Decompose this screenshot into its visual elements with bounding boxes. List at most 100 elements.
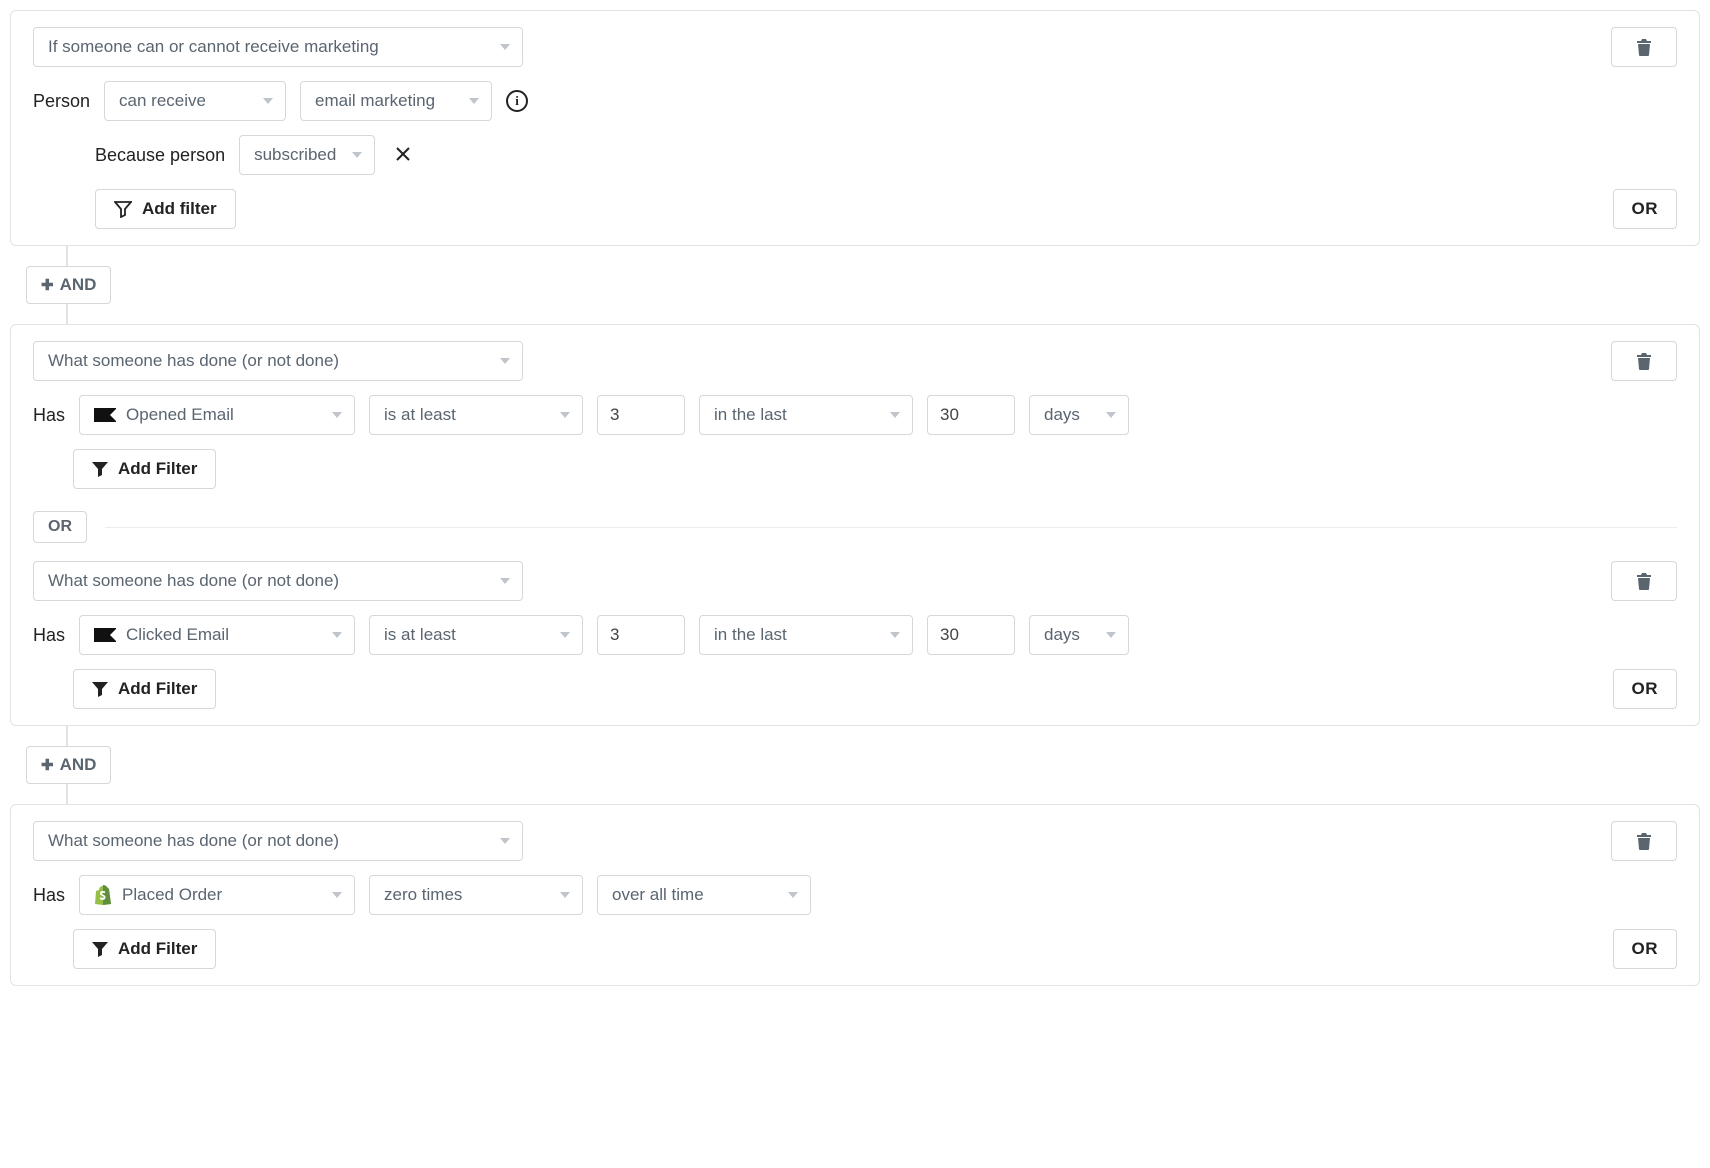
plus-icon: ✚	[41, 276, 54, 294]
filter-icon	[92, 461, 108, 477]
chevron-down-icon	[469, 98, 479, 104]
add-and-button[interactable]: ✚ AND	[26, 746, 111, 784]
chevron-down-icon	[500, 838, 510, 844]
range-unit-value: days	[1044, 625, 1080, 645]
range-select[interactable]: in the last	[699, 615, 913, 655]
and-connector: ✚ AND	[52, 246, 1700, 324]
chevron-down-icon	[332, 632, 342, 638]
can-receive-select[interactable]: can receive	[104, 81, 286, 121]
filter-icon	[92, 681, 108, 697]
count-field[interactable]	[610, 405, 666, 425]
comparator-value: is at least	[384, 405, 456, 425]
or-label: OR	[1632, 679, 1659, 699]
channel-select[interactable]: email marketing	[300, 81, 492, 121]
add-and-button[interactable]: ✚ AND	[26, 266, 111, 304]
has-label: Has	[33, 405, 65, 426]
event-select[interactable]: Opened Email	[79, 395, 355, 435]
range-value-field[interactable]	[940, 625, 996, 645]
trash-icon	[1636, 352, 1652, 370]
or-divider: OR	[33, 511, 1677, 543]
range-unit-value: days	[1044, 405, 1080, 425]
count-input[interactable]	[597, 395, 685, 435]
range-unit-select[interactable]: days	[1029, 615, 1129, 655]
delete-button[interactable]	[1611, 821, 1677, 861]
info-icon: i	[506, 90, 528, 112]
add-filter-label: Add Filter	[118, 679, 197, 699]
chevron-down-icon	[332, 412, 342, 418]
divider-line	[105, 527, 1677, 528]
close-icon	[395, 146, 411, 162]
range-select[interactable]: in the last	[699, 395, 913, 435]
range-value-field[interactable]	[940, 405, 996, 425]
count-input[interactable]	[597, 615, 685, 655]
reason-select[interactable]: subscribed	[239, 135, 375, 175]
add-filter-button[interactable]: Add Filter	[73, 669, 216, 709]
delete-button[interactable]	[1611, 341, 1677, 381]
chevron-down-icon	[560, 412, 570, 418]
chevron-down-icon	[560, 632, 570, 638]
chevron-down-icon	[500, 358, 510, 364]
condition-group-1: If someone can or cannot receive marketi…	[10, 10, 1700, 246]
or-pill-label: OR	[48, 518, 72, 535]
filter-icon	[114, 200, 132, 218]
or-label: OR	[1632, 199, 1659, 219]
trash-icon	[1636, 572, 1652, 590]
and-connector: ✚ AND	[52, 726, 1700, 804]
trash-icon	[1636, 832, 1652, 850]
comparator-value: is at least	[384, 625, 456, 645]
has-label: Has	[33, 625, 65, 646]
chevron-down-icon	[500, 44, 510, 50]
condition-type-label: If someone can or cannot receive marketi…	[48, 37, 379, 57]
comparator-select[interactable]: is at least	[369, 615, 583, 655]
event-select[interactable]: Placed Order	[79, 875, 355, 915]
event-select[interactable]: Clicked Email	[79, 615, 355, 655]
delete-button[interactable]	[1611, 27, 1677, 67]
klaviyo-icon	[94, 628, 116, 642]
condition-type-label: What someone has done (or not done)	[48, 831, 339, 851]
klaviyo-icon	[94, 408, 116, 422]
chevron-down-icon	[500, 578, 510, 584]
add-filter-button[interactable]: Add Filter	[73, 929, 216, 969]
range-select[interactable]: over all time	[597, 875, 811, 915]
and-label: AND	[60, 275, 97, 295]
or-button[interactable]: OR	[1613, 669, 1678, 709]
delete-button[interactable]	[1611, 561, 1677, 601]
event-value: Opened Email	[126, 405, 234, 425]
condition-type-select[interactable]: If someone can or cannot receive marketi…	[33, 27, 523, 67]
range-value: over all time	[612, 885, 704, 905]
condition-group-2: What someone has done (or not done) Has …	[10, 324, 1700, 726]
comparator-value: zero times	[384, 885, 462, 905]
count-field[interactable]	[610, 625, 666, 645]
chevron-down-icon	[1106, 632, 1116, 638]
add-filter-button[interactable]: Add Filter	[73, 449, 216, 489]
comparator-select[interactable]: is at least	[369, 395, 583, 435]
plus-icon: ✚	[41, 756, 54, 774]
or-button[interactable]: OR	[1613, 929, 1678, 969]
chevron-down-icon	[1106, 412, 1116, 418]
remove-reason-button[interactable]	[389, 142, 417, 168]
comparator-select[interactable]: zero times	[369, 875, 583, 915]
condition-type-select[interactable]: What someone has done (or not done)	[33, 821, 523, 861]
condition-type-select[interactable]: What someone has done (or not done)	[33, 341, 523, 381]
add-filter-label: Add filter	[142, 199, 217, 219]
range-unit-select[interactable]: days	[1029, 395, 1129, 435]
range-value-input[interactable]	[927, 615, 1015, 655]
chevron-down-icon	[890, 632, 900, 638]
has-label: Has	[33, 885, 65, 906]
condition-type-select[interactable]: What someone has done (or not done)	[33, 561, 523, 601]
add-filter-label: Add Filter	[118, 459, 197, 479]
range-value: in the last	[714, 625, 787, 645]
because-person-label: Because person	[95, 145, 225, 166]
range-value-input[interactable]	[927, 395, 1015, 435]
condition-type-label: What someone has done (or not done)	[48, 571, 339, 591]
range-value: in the last	[714, 405, 787, 425]
person-label: Person	[33, 91, 90, 112]
condition-type-label: What someone has done (or not done)	[48, 351, 339, 371]
event-value: Clicked Email	[126, 625, 229, 645]
event-value: Placed Order	[122, 885, 222, 905]
or-pill: OR	[33, 511, 87, 543]
filter-icon	[92, 941, 108, 957]
or-button[interactable]: OR	[1613, 189, 1678, 229]
or-label: OR	[1632, 939, 1659, 959]
add-filter-button[interactable]: Add filter	[95, 189, 236, 229]
